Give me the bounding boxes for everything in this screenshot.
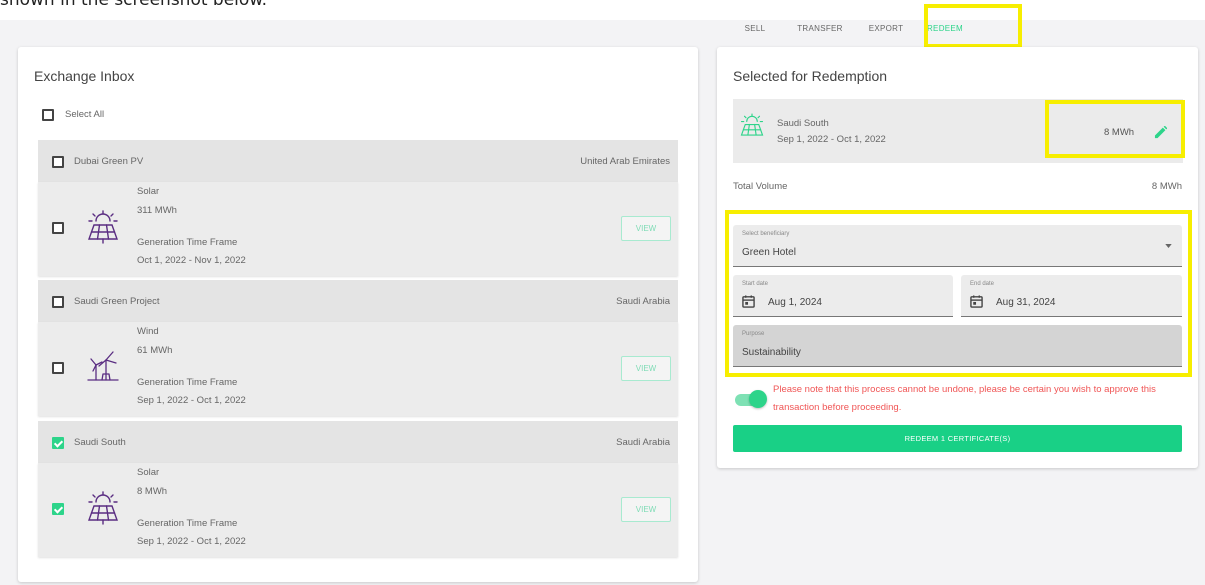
end-date-value: Aug 31, 2024 [996, 297, 1056, 308]
asset-row: Wind 61 MWh Generation Time Frame Sep 1,… [38, 322, 678, 416]
tab-sell[interactable]: SELL [730, 14, 780, 44]
calendar-icon [742, 295, 755, 308]
solar-panel-icon [740, 113, 764, 136]
document-top-strip: shown in the screenshot below. [0, 0, 1205, 20]
asset-volume: 8 MWh [137, 486, 168, 497]
group-checkbox[interactable] [52, 296, 64, 308]
group-country: Saudi Arabia [616, 437, 670, 448]
wind-turbine-icon [87, 351, 119, 381]
redemption-card: Selected for Redemption Saudi South Sep … [717, 47, 1198, 468]
action-tabs: SELL TRANSFER EXPORT REDEEM [730, 14, 978, 44]
calendar-icon [970, 295, 983, 308]
asset-row: Solar 311 MWh Generation Time Frame Oct … [38, 182, 678, 276]
start-date-value: Aug 1, 2024 [768, 297, 822, 308]
group-country: United Arab Emirates [580, 156, 670, 167]
end-date-label: End date [970, 281, 995, 287]
timeframe-label: Generation Time Frame [137, 237, 238, 248]
timeframe-label: Generation Time Frame [137, 377, 238, 388]
select-all-label: Select All [65, 109, 105, 120]
tab-transfer[interactable]: TRANSFER [780, 14, 860, 44]
redeem-button[interactable]: REDEEM 1 CERTIFICATE(S) [733, 425, 1182, 452]
group-header: Saudi South Saudi Arabia [38, 421, 678, 463]
timeframe-label: Generation Time Frame [137, 518, 238, 529]
beneficiary-value: Green Hotel [742, 247, 796, 258]
inbox-group: Dubai Green PV United Arab Emirates Sola… [38, 140, 678, 276]
beneficiary-label: Select beneficiary [742, 231, 790, 237]
asset-type: Wind [137, 326, 159, 337]
redemption-title: Selected for Redemption [733, 68, 888, 84]
group-header: Dubai Green PV United Arab Emirates [38, 140, 678, 182]
selected-item: Saudi South Sep 1, 2022 - Oct 1, 2022 8 … [733, 99, 1183, 163]
solar-panel-icon [88, 491, 118, 525]
start-date-field[interactable]: Start date Aug 1, 2024 [733, 275, 953, 317]
total-volume-label: Total Volume [733, 181, 788, 192]
selected-item-period: Sep 1, 2022 - Oct 1, 2022 [777, 134, 886, 145]
group-country: Saudi Arabia [616, 296, 670, 307]
tab-redeem[interactable]: REDEEM [912, 14, 978, 44]
total-volume-value: 8 MWh [1151, 181, 1182, 192]
group-checkbox[interactable] [52, 437, 64, 449]
selected-item-name: Saudi South [777, 118, 829, 129]
solar-panel-icon [88, 210, 118, 244]
inbox-title: Exchange Inbox [34, 68, 135, 84]
group-name: Saudi Green Project [74, 296, 160, 307]
purpose-label: Purpose [742, 331, 765, 337]
asset-checkbox[interactable] [52, 222, 64, 234]
select-all-checkbox[interactable] [42, 109, 54, 121]
group-checkbox[interactable] [52, 156, 64, 168]
warning-text: Please note that this process cannot be … [773, 384, 1156, 413]
tab-export[interactable]: EXPORT [860, 14, 912, 44]
document-caption: shown in the screenshot below. [0, 0, 268, 10]
edit-pencil-icon[interactable] [1154, 126, 1167, 139]
start-date-label: Start date [742, 281, 769, 287]
asset-type: Solar [137, 467, 160, 478]
beneficiary-select[interactable]: Select beneficiary Green Hotel [733, 225, 1182, 267]
view-button[interactable]: VIEW [621, 497, 671, 522]
group-name: Dubai Green PV [74, 156, 144, 167]
asset-volume: 61 MWh [137, 345, 173, 356]
group-header: Saudi Green Project Saudi Arabia [38, 280, 678, 322]
asset-row: Solar 8 MWh Generation Time Frame Sep 1,… [38, 463, 678, 557]
chevron-down-icon [1165, 244, 1172, 248]
view-button[interactable]: VIEW [621, 356, 671, 381]
timeframe-value: Oct 1, 2022 - Nov 1, 2022 [137, 255, 246, 266]
view-button[interactable]: VIEW [621, 216, 671, 241]
group-name: Saudi South [74, 437, 126, 448]
asset-volume: 311 MWh [137, 205, 177, 216]
inbox-group: Saudi South Saudi Arabia Solar 8 MWh Gen… [38, 421, 678, 557]
timeframe-value: Sep 1, 2022 - Oct 1, 2022 [137, 395, 246, 406]
asset-type: Solar [137, 186, 160, 197]
inbox-group: Saudi Green Project Saudi Arabia Wind 61… [38, 280, 678, 416]
confirm-toggle-knob[interactable] [749, 390, 767, 408]
selected-item-volume: 8 MWh [1104, 127, 1135, 138]
purpose-value: Sustainability [742, 347, 801, 358]
timeframe-value: Sep 1, 2022 - Oct 1, 2022 [137, 536, 246, 547]
asset-checkbox[interactable] [52, 503, 64, 515]
purpose-field[interactable]: Purpose Sustainability [733, 325, 1182, 367]
exchange-inbox-card: Exchange Inbox Select All Dubai Green PV… [18, 47, 698, 582]
asset-checkbox[interactable] [52, 362, 64, 374]
end-date-field[interactable]: End date Aug 31, 2024 [961, 275, 1182, 317]
